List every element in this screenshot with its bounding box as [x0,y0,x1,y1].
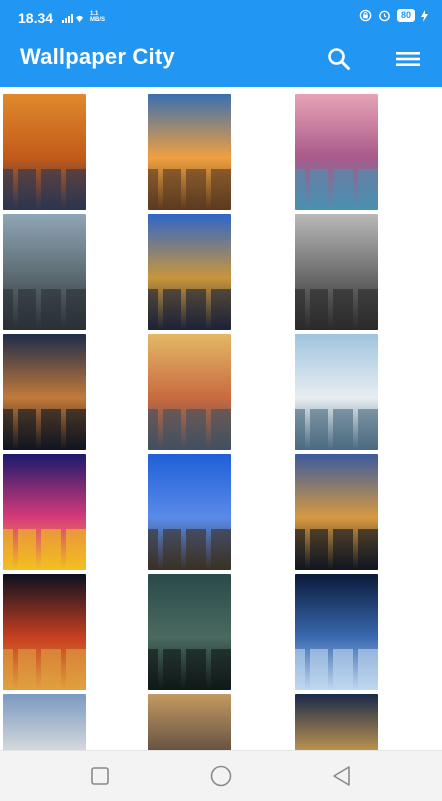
wallpaper-thumbnail[interactable] [148,574,231,690]
wifi-icon [75,15,84,23]
wallpaper-thumbnail[interactable] [3,694,86,750]
menu-button[interactable] [393,45,423,73]
wallpaper-skyline [3,529,86,570]
home-icon [210,765,232,787]
charging-icon [421,9,428,22]
wallpaper-skyline [3,289,86,330]
wallpaper-thumbnail[interactable] [295,574,378,690]
status-icons-right: 80 [359,9,428,22]
home-button[interactable] [209,764,233,788]
wallpaper-thumbnail[interactable] [295,694,378,750]
back-button[interactable] [330,764,354,788]
wallpaper-thumbnail[interactable] [3,574,86,690]
battery-icon: 80 [396,9,415,22]
wallpaper-thumbnail[interactable] [3,454,86,570]
vpn-icon [359,9,372,22]
wallpaper-thumbnail[interactable] [148,334,231,450]
recent-apps-button[interactable] [88,764,112,788]
wallpaper-skyline [148,289,231,330]
wallpaper-thumbnail[interactable] [3,94,86,210]
wallpaper-thumbnail[interactable] [148,454,231,570]
wallpaper-skyline [148,409,231,450]
wallpaper-skyline [148,649,231,690]
wallpaper-skyline [148,169,231,210]
wallpaper-skyline [3,649,86,690]
wallpaper-thumbnail[interactable] [295,454,378,570]
wallpaper-thumbnail[interactable] [295,94,378,210]
status-icons-left: 1.1 MB/S [62,11,105,23]
signal-icon [62,14,73,23]
recent-apps-icon [91,767,109,785]
search-icon [328,48,350,70]
wallpaper-thumbnail[interactable] [3,214,86,330]
search-button[interactable] [325,45,353,73]
wallpaper-skyline [295,649,378,690]
status-time: 18.34 [18,10,54,26]
wallpaper-thumbnail[interactable] [148,694,231,750]
wallpaper-skyline [295,169,378,210]
wallpaper-grid [0,87,442,750]
wallpaper-skyline [3,169,86,210]
back-icon [333,766,350,786]
status-bar: 18.34 1.1 MB/S 80 [0,0,442,34]
wallpaper-thumbnail[interactable] [295,334,378,450]
wallpaper-skyline [148,529,231,570]
app-title: Wallpaper City [20,44,175,69]
app-bar: Wallpaper City [0,34,442,87]
wallpaper-skyline [3,409,86,450]
wallpaper-skyline [295,529,378,570]
wallpaper-thumbnail[interactable] [295,214,378,330]
wallpaper-thumbnail[interactable] [148,94,231,210]
wallpaper-skyline [295,409,378,450]
menu-icon [396,52,420,66]
alarm-icon [379,10,390,22]
wallpaper-thumbnail[interactable] [148,214,231,330]
wallpaper-skyline [295,289,378,330]
navigation-bar [0,750,442,801]
wallpaper-thumbnail[interactable] [3,334,86,450]
net-speed: 1.1 MB/S [90,11,105,23]
